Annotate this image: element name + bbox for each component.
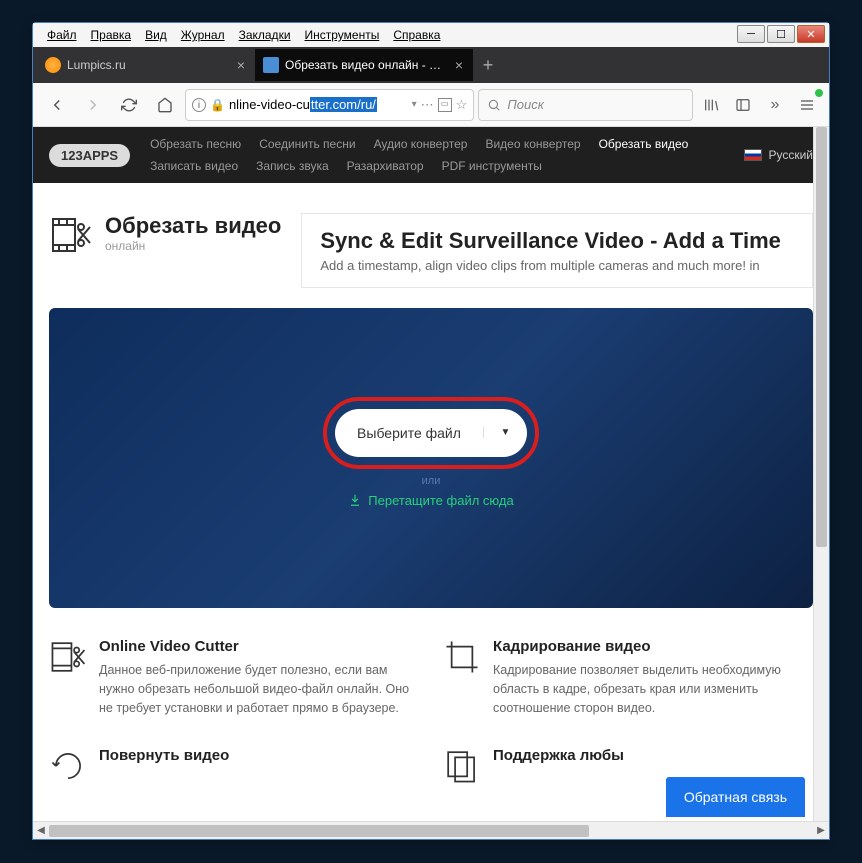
feature-block: Кадрирование видео Кадрирование позволяе… bbox=[443, 638, 813, 717]
feature-title: Повернуть видео bbox=[99, 747, 229, 764]
menu-tools[interactable]: Инструменты bbox=[299, 26, 386, 44]
nav-link[interactable]: Аудио конвертер bbox=[374, 137, 468, 151]
tab-bar: Lumpics.ru × Обрезать видео онлайн - обр… bbox=[33, 47, 829, 83]
feature-block: Повернуть видео bbox=[49, 747, 419, 785]
nav-links: Обрезать песню Соединить песни Аудио кон… bbox=[150, 137, 724, 173]
nav-link[interactable]: Видео конвертер bbox=[485, 137, 580, 151]
nav-link[interactable]: Обрезать песню bbox=[150, 137, 241, 151]
bookmark-icon[interactable]: ☆ bbox=[456, 97, 468, 113]
or-text: или bbox=[422, 475, 441, 487]
close-window-button[interactable]: ✕ bbox=[797, 25, 825, 43]
menu-history[interactable]: Журнал bbox=[175, 26, 231, 44]
page-title: Обрезать видео bbox=[105, 213, 281, 239]
ad-title: Sync & Edit Surveillance Video - Add a T… bbox=[320, 228, 794, 254]
more-icon[interactable]: ⋯ bbox=[421, 97, 434, 113]
ad-subtitle: Add a timestamp, align video clips from … bbox=[320, 258, 794, 273]
nav-link[interactable]: Записать видео bbox=[150, 159, 238, 173]
site-nav: 123APPS Обрезать песню Соединить песни А… bbox=[33, 127, 829, 183]
hamburger-icon[interactable] bbox=[793, 91, 821, 119]
overflow-icon[interactable]: » bbox=[761, 91, 789, 119]
feedback-button[interactable]: Обратная связь bbox=[666, 777, 805, 817]
dropdown-icon[interactable]: ▾ bbox=[412, 99, 417, 110]
tab-title: Lumpics.ru bbox=[67, 58, 229, 72]
maximize-button[interactable]: ☐ bbox=[767, 25, 795, 43]
scrollbar-vertical[interactable] bbox=[813, 127, 829, 821]
tab-title: Обрезать видео онлайн - обр bbox=[285, 58, 447, 72]
lock-icon: 🔒 bbox=[210, 98, 225, 112]
feature-title: Поддержка любы bbox=[493, 747, 624, 764]
ad-banner[interactable]: Sync & Edit Surveillance Video - Add a T… bbox=[301, 213, 813, 288]
sidebar-icon[interactable] bbox=[729, 91, 757, 119]
url-bar[interactable]: i 🔒 nline-video-cutter.com/ru/ ▾ ⋯ ▭ ☆ bbox=[185, 89, 474, 121]
nav-link[interactable]: PDF инструменты bbox=[442, 159, 542, 173]
drop-zone[interactable]: Выберите файл ▼ или Перетащите файл сюда bbox=[49, 308, 813, 608]
scrollbar-horizontal[interactable]: ◀ ▶ bbox=[33, 821, 829, 839]
nav-link[interactable]: Разархиватор bbox=[347, 159, 424, 173]
feature-title: Online Video Cutter bbox=[99, 638, 419, 655]
scissors-film-icon bbox=[49, 213, 93, 257]
scroll-left-icon[interactable]: ◀ bbox=[33, 825, 49, 836]
rotate-icon bbox=[49, 747, 87, 785]
close-tab-icon[interactable]: × bbox=[453, 57, 465, 73]
info-icon[interactable]: i bbox=[192, 98, 206, 112]
flag-icon bbox=[744, 149, 762, 161]
feature-block: Online Video Cutter Данное веб-приложени… bbox=[49, 638, 419, 717]
highlight-ring bbox=[323, 397, 539, 469]
crop-icon bbox=[443, 638, 481, 676]
search-icon bbox=[487, 98, 501, 112]
forward-button[interactable] bbox=[77, 89, 109, 121]
home-button[interactable] bbox=[149, 89, 181, 121]
feature-desc: Данное веб-приложение будет полезно, есл… bbox=[99, 661, 419, 717]
reader-icon[interactable]: ▭ bbox=[438, 98, 452, 112]
nav-link[interactable]: Соединить песни bbox=[259, 137, 355, 151]
search-box[interactable]: Поиск bbox=[478, 89, 693, 121]
url-text: nline-video-cutter.com/ru/ bbox=[229, 97, 377, 112]
site-logo[interactable]: 123APPS bbox=[49, 144, 130, 167]
menu-help[interactable]: Справка bbox=[387, 26, 446, 44]
scroll-right-icon[interactable]: ▶ bbox=[813, 825, 829, 836]
nav-link[interactable]: Запись звука bbox=[256, 159, 329, 173]
favicon-icon bbox=[263, 57, 279, 73]
nav-link-active[interactable]: Обрезать видео bbox=[599, 137, 689, 151]
menu-view[interactable]: Вид bbox=[139, 26, 173, 44]
language-selector[interactable]: Русский bbox=[744, 148, 813, 162]
download-icon bbox=[348, 493, 362, 507]
back-button[interactable] bbox=[41, 89, 73, 121]
drag-hint: Перетащите файл сюда bbox=[348, 493, 513, 508]
search-placeholder: Поиск bbox=[507, 97, 544, 112]
toolbar: i 🔒 nline-video-cutter.com/ru/ ▾ ⋯ ▭ ☆ П… bbox=[33, 83, 829, 127]
tab-lumpics[interactable]: Lumpics.ru × bbox=[37, 49, 255, 81]
page-content: 123APPS Обрезать песню Соединить песни А… bbox=[33, 127, 829, 821]
menu-edit[interactable]: Правка bbox=[85, 26, 138, 44]
reload-button[interactable] bbox=[113, 89, 145, 121]
menubar: Файл Правка Вид Журнал Закладки Инструме… bbox=[33, 23, 829, 47]
page-subtitle: онлайн bbox=[105, 239, 281, 253]
tab-video-cutter[interactable]: Обрезать видео онлайн - обр × bbox=[255, 49, 473, 81]
minimize-button[interactable]: ─ bbox=[737, 25, 765, 43]
close-tab-icon[interactable]: × bbox=[235, 57, 247, 73]
menu-bookmarks[interactable]: Закладки bbox=[233, 26, 297, 44]
favicon-icon bbox=[45, 57, 61, 73]
formats-icon bbox=[443, 747, 481, 785]
scissors-film-icon bbox=[49, 638, 87, 676]
feature-desc: Кадрирование позволяет выделить необходи… bbox=[493, 661, 813, 717]
library-icon[interactable] bbox=[697, 91, 725, 119]
feature-title: Кадрирование видео bbox=[493, 638, 813, 655]
menu-file[interactable]: Файл bbox=[41, 26, 83, 44]
new-tab-button[interactable]: + bbox=[473, 55, 503, 76]
